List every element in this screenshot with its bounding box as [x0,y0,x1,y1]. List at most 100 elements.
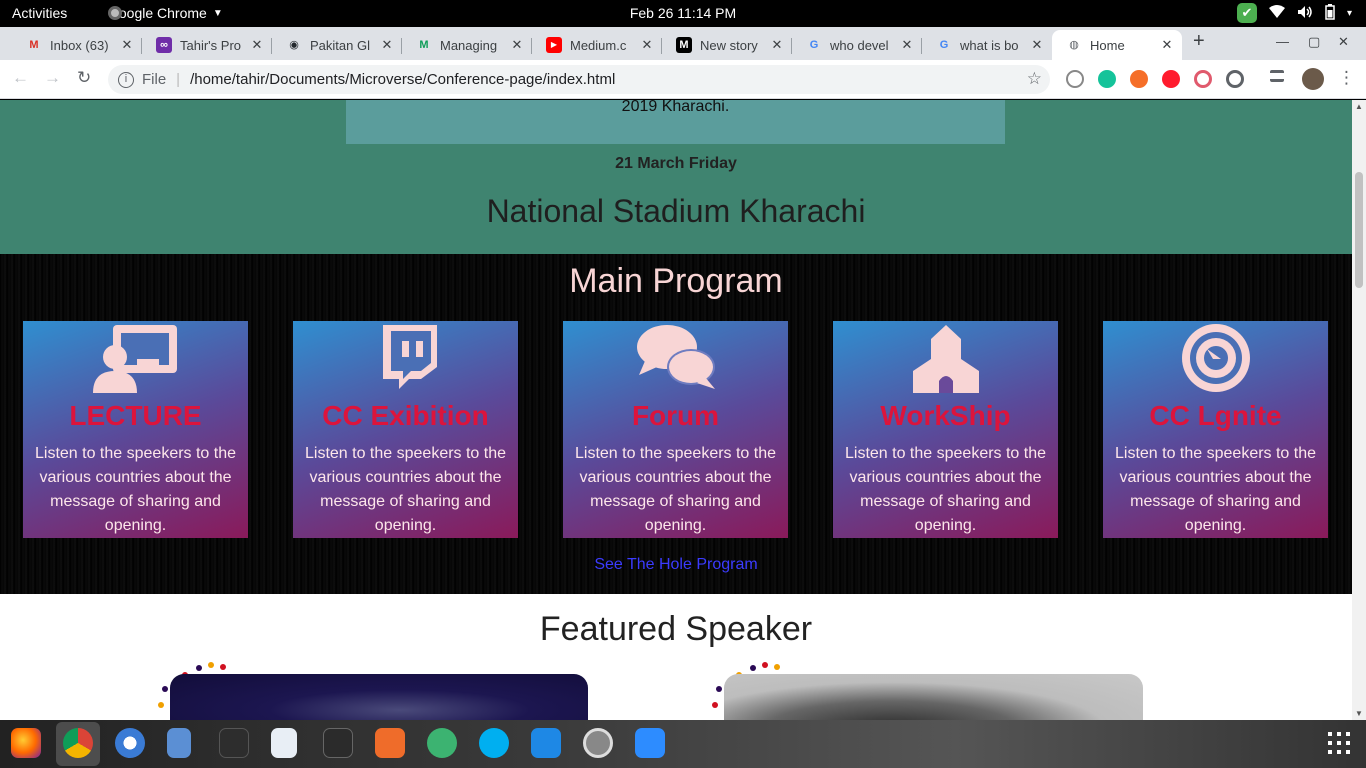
app-menu[interactable]: Google Chrome ▼ [108,5,223,21]
close-tab-icon[interactable]: ✕ [1160,37,1174,53]
tab-title: Home [1090,37,1125,53]
tab-7[interactable]: G what is bo ✕ [922,30,1052,60]
tab-4[interactable]: ▶ Medium.c ✕ [532,30,662,60]
card-title: Forum [631,400,720,431]
files-icon[interactable] [167,728,191,758]
app-menu-label: Google Chrome [108,5,207,21]
globe-icon: ◍ [1069,39,1079,51]
close-tab-icon[interactable]: ✕ [380,37,394,53]
bookmark-star-icon[interactable]: ☆ [1027,69,1042,89]
program-card-lgnite[interactable]: CC Lgnite Listen to the speekers to the … [1103,321,1328,538]
app-icon[interactable] [583,728,613,758]
program-card-exibition[interactable]: CC Exibition Listen to the speekers to t… [293,321,518,538]
tab-1[interactable]: ∞ Tahir's Pro ✕ [142,30,272,60]
tab-5[interactable]: M New story ✕ [662,30,792,60]
skype-icon[interactable] [479,728,509,758]
tab-6[interactable]: G who devel ✕ [792,30,922,60]
info-icon[interactable]: i [118,71,134,88]
zoom-icon[interactable] [635,728,665,758]
extension-orange-icon[interactable] [1130,70,1148,88]
gnome-top-bar: Activities Google Chrome ▼ Feb 26 11:14 … [0,0,1366,27]
card-text: Listen to the speekers to the various co… [305,445,507,534]
see-program-link[interactable]: See The Hole Program [0,556,1352,574]
twitch-icon [383,325,437,389]
url-text[interactable]: /home/tahir/Documents/Microverse/Confere… [190,71,615,88]
back-button[interactable]: ← [12,68,29,88]
close-tab-icon[interactable]: ✕ [1030,37,1044,53]
opera-icon[interactable] [1162,70,1180,88]
close-tab-icon[interactable]: ✕ [120,37,134,53]
scheme-label: File [142,71,167,88]
close-tab-icon[interactable]: ✕ [770,37,784,53]
featured-title: Featured Speaker [539,610,813,648]
volume-icon [1297,5,1313,22]
system-monitor-icon[interactable] [323,728,353,758]
google-icon: G [939,39,949,51]
target-icon [1182,324,1250,392]
tab-home-active[interactable]: ◍ Home ✕ [1052,30,1182,60]
program-card-lecture[interactable]: LECTURE Listen to the speekers to the va… [23,321,248,538]
tab-2[interactable]: ◉ Pakitan Gl ✕ [272,30,402,60]
featured-speaker-section: Featured Speaker [0,594,1352,720]
card-title: WorkShip [880,400,1011,431]
grammarly-icon[interactable] [1098,70,1116,88]
scroll-down-icon[interactable]: ▼ [1355,709,1363,718]
close-tab-icon[interactable]: ✕ [640,37,654,53]
software-icon[interactable] [375,728,405,758]
extension-c-icon[interactable] [1226,70,1244,88]
event-place: National Stadium Kharachi [486,193,866,229]
minimize-button[interactable]: — [1276,34,1289,49]
tab-strip: M Inbox (63) ✕ ∞ Tahir's Pro ✕ ◉ Pakitan… [0,27,1366,60]
tab-3[interactable]: M Managing ✕ [402,30,532,60]
activities-button[interactable]: Activities [12,5,67,21]
firefox-icon[interactable] [11,728,41,758]
tab-0[interactable]: M Inbox (63) ✕ [12,30,142,60]
chrome-menu-icon[interactable]: ⋮ [1338,68,1355,88]
medium-m-icon: M [419,39,429,51]
program-card-workship[interactable]: WorkShip Listen to the speekers to the v… [833,321,1058,538]
card-text: Listen to the speekers to the various co… [845,445,1047,534]
chevron-down-icon: ▼ [212,7,223,19]
scrollbar-thumb[interactable] [1355,172,1363,288]
page-viewport: 2019 Kharachi. 21 March Friday National … [0,100,1352,720]
close-window-button[interactable]: ✕ [1338,34,1349,50]
extension-swirl-icon[interactable] [1194,70,1212,88]
card-text: Listen to the speekers to the various co… [35,445,237,534]
shield-check-icon[interactable]: ✔ [1236,3,1257,23]
tab-title: Managing [440,37,498,53]
reload-button[interactable]: ↻ [77,68,91,88]
gmail-icon: M [29,39,39,51]
system-tray[interactable]: ✔ ▾ [1236,3,1352,23]
atom-icon[interactable] [427,728,457,758]
tab-title: Tahir's Pro [180,37,242,53]
forward-button[interactable]: → [44,68,61,88]
thunderbird-icon[interactable] [115,728,145,758]
close-tab-icon[interactable]: ✕ [250,37,264,53]
program-card-forum[interactable]: Forum Listen to the speekers to the vari… [563,321,788,538]
text-editor-icon[interactable] [271,728,297,758]
media-control-icon[interactable] [1270,70,1284,82]
chrome-icon[interactable] [63,728,93,758]
maximize-button[interactable]: ▢ [1308,34,1320,50]
chrome-small-icon [108,6,122,20]
card-title: CC Exibition [322,400,489,431]
dock [0,720,1366,768]
page-scrollbar[interactable]: ▲ ▼ [1352,100,1366,720]
address-bar[interactable]: i File | /home/tahir/Documents/Microvers… [108,65,1050,94]
divider: | [176,71,181,88]
show-applications-icon[interactable] [1328,732,1350,758]
youtube-icon: ▶ [546,37,562,53]
event-description-box: 2019 Kharachi. [346,100,1005,144]
event-description-text: 2019 Kharachi. [621,100,730,115]
speaker-photo-2 [724,674,1143,720]
new-tab-button[interactable]: + [1193,30,1205,53]
close-tab-icon[interactable]: ✕ [510,37,524,53]
scroll-up-icon[interactable]: ▲ [1355,102,1363,111]
vscode-icon[interactable] [531,728,561,758]
card-text: Listen to the speekers to the various co… [1115,445,1317,534]
extension-globe-icon[interactable] [1066,70,1084,88]
event-date: 21 March Friday [615,155,737,172]
profile-avatar[interactable] [1302,68,1324,90]
close-tab-icon[interactable]: ✕ [900,37,914,53]
terminal-icon[interactable] [219,728,249,758]
